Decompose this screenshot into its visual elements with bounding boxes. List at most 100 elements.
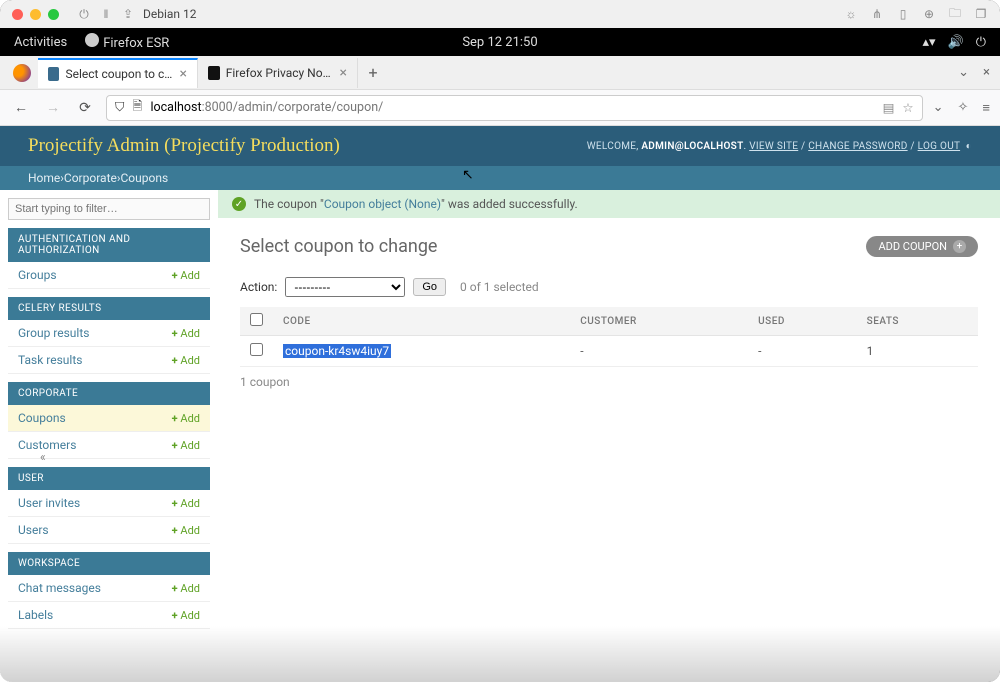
add-link[interactable]: Add [172,524,200,537]
sidebar-item-customers[interactable]: Customers Add [8,432,210,459]
cell-customer: - [570,336,748,367]
coupon-table: CODE CUSTOMER USED SEATS coupon-kr4sw4iu… [240,307,978,367]
plus-icon: + [953,240,966,253]
close-window-button[interactable] [12,9,23,20]
log-out-link[interactable]: LOG OUT [918,141,960,152]
change-password-link[interactable]: CHANGE PASSWORD [808,141,907,152]
module-workspace: WORKSPACE Chat messages Add Labels Add [8,552,210,629]
reload-button[interactable]: ⟳ [74,100,96,116]
sidebar-item-groups[interactable]: Groups Add [8,262,210,289]
windows-icon[interactable]: ❐ [974,7,988,21]
globe-icon[interactable]: ⊕ [922,7,936,21]
url-input[interactable]: ⛉ 🗎 localhost:8000/admin/corporate/coupo… [106,95,923,121]
add-link[interactable]: Add [172,354,200,367]
sidebar-item-users[interactable]: Users Add [8,517,210,544]
pause-icon[interactable]: ‖ [99,7,113,21]
action-row: Action: --------- Go 0 of 1 selected [240,277,978,297]
clock[interactable]: Sep 12 21:50 [462,35,537,50]
django-admin: Projectify Admin (Projectify Production)… [0,126,1000,682]
bookmark-icon[interactable]: ☆ [902,100,913,116]
success-object-link[interactable]: Coupon object (None) [324,197,441,211]
sidebar-item-labels[interactable]: Labels Add [8,602,210,629]
signal-icon[interactable]: ⋔ [870,7,884,21]
table-row: coupon-kr4sw4iuy7 - - 1 [240,336,978,367]
col-code[interactable]: CODE [273,307,570,336]
site-title: Projectify Admin (Projectify Production) [28,135,340,157]
current-app[interactable]: Firefox ESR [85,33,169,51]
folder-icon[interactable]: 🗀 [948,7,962,21]
content-main: ✓ The coupon "Coupon object (None)" was … [218,190,1000,682]
power-menu-icon[interactable]: ⏻ [976,35,986,50]
tab-title: Select coupon to change [65,67,173,81]
sidebar-item-group-results[interactable]: Group results Add [8,320,210,347]
url-host: localhost [150,100,201,115]
pocket-icon[interactable]: ⌄ [933,100,944,116]
close-browser-icon[interactable]: × [983,65,990,80]
tab-strip: Select coupon to change × Firefox Privac… [0,56,1000,90]
module-corporate: CORPORATE Coupons Add Customers Add [8,382,210,459]
add-link[interactable]: Add [172,269,200,282]
action-label: Action: [240,280,277,294]
tab-overflow-icon[interactable]: ⌄ [958,65,969,80]
col-customer[interactable]: CUSTOMER [570,307,748,336]
sidebar-item-task-results[interactable]: Task results Add [8,347,210,374]
view-site-link[interactable]: VIEW SITE [749,141,798,152]
sidebar-item-chat-messages[interactable]: Chat messages Add [8,575,210,602]
breadcrumb-home[interactable]: Home [28,171,60,185]
col-seats[interactable]: SEATS [857,307,978,336]
add-coupon-button[interactable]: ADD COUPON + [866,236,978,257]
sidebar-item-user-invites[interactable]: User invites Add [8,490,210,517]
sidebar-item-coupons[interactable]: Coupons Add [8,405,210,432]
action-select[interactable]: --------- [285,277,405,297]
share-icon[interactable]: ⇪ [121,7,135,21]
row-checkbox[interactable] [250,343,263,356]
activities-button[interactable]: Activities [14,35,67,50]
select-all-checkbox[interactable] [250,313,263,326]
volume-icon[interactable]: 🔊 [948,35,964,50]
selection-count: 0 of 1 selected [460,280,539,294]
extensions-icon[interactable]: ✧ [958,100,969,116]
site-info-icon[interactable]: 🗎 [132,97,142,118]
mozilla-favicon-icon [208,66,220,80]
network-icon[interactable]: ▴▾ [922,35,935,50]
add-link[interactable]: Add [172,582,200,595]
close-tab-icon[interactable]: × [340,65,347,81]
add-link[interactable]: Add [172,412,200,425]
forward-button[interactable]: → [42,99,64,116]
new-tab-button[interactable]: + [358,63,388,82]
add-link[interactable]: Add [172,497,200,510]
sidebar-filter-input[interactable] [8,198,210,220]
shield-icon: ⛉ [115,100,124,115]
module-user: USER User invites Add Users Add [8,467,210,544]
sidebar-collapse-handle[interactable]: « [40,450,46,464]
breadcrumb-corporate[interactable]: Corporate [64,171,117,185]
module-heading: WORKSPACE [8,552,210,575]
django-favicon-icon [48,67,59,81]
hamburger-menu-icon[interactable]: ≡ [982,100,990,116]
maximize-window-button[interactable] [48,9,59,20]
sun-icon[interactable]: ☼ [844,7,858,21]
tab-firefox-privacy[interactable]: Firefox Privacy Notice — × [198,58,358,88]
app-sidebar: AUTHENTICATION AND AUTHORIZATION Groups … [0,190,218,682]
tab-coupons[interactable]: Select coupon to change × [38,58,198,88]
device-icon[interactable]: ▯ [896,7,910,21]
col-used[interactable]: USED [748,307,857,336]
add-link[interactable]: Add [172,327,200,340]
power-icon[interactable]: ⏻ [77,7,91,21]
add-link[interactable]: Add [172,439,200,452]
theme-toggle-icon[interactable]: ◐ [966,141,972,152]
coupon-code-link[interactable]: coupon-kr4sw4iuy7 [283,344,391,358]
success-message: ✓ The coupon "Coupon object (None)" was … [218,190,1000,218]
back-button[interactable]: ← [10,99,32,116]
check-icon: ✓ [232,197,246,211]
go-button[interactable]: Go [413,278,446,296]
add-link[interactable]: Add [172,609,200,622]
cell-seats: 1 [857,336,978,367]
window-controls [12,9,59,20]
module-heading: AUTHENTICATION AND AUTHORIZATION [8,228,210,262]
os-label: Debian 12 [143,7,197,21]
breadcrumbs: Home › Corporate › Coupons [0,166,1000,190]
close-tab-icon[interactable]: × [180,66,187,82]
minimize-window-button[interactable] [30,9,41,20]
reader-mode-icon[interactable]: ▤ [883,100,895,116]
